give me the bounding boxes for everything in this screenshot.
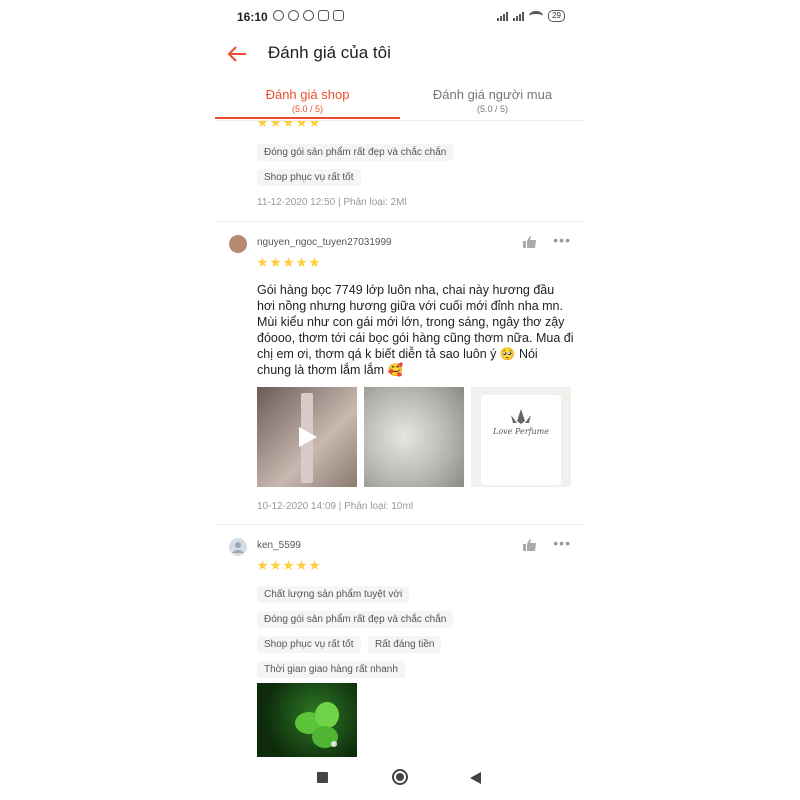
photo-brand-text: Love Perfume xyxy=(493,427,549,436)
star-icon xyxy=(257,257,268,268)
star-icon xyxy=(283,121,294,128)
star-rating xyxy=(257,560,320,571)
tab-rating: (5.0 / 5) xyxy=(476,104,508,114)
recent-apps-button[interactable] xyxy=(317,772,328,783)
star-rating xyxy=(257,257,320,268)
wifi-icon xyxy=(529,11,544,21)
thumbs-up-icon[interactable] xyxy=(523,236,537,248)
review-photo-clover[interactable] xyxy=(257,683,357,757)
star-rating xyxy=(257,121,320,128)
star-icon xyxy=(270,121,281,128)
review-tag: Shop phục vụ rất tốt xyxy=(257,636,361,653)
avatar[interactable] xyxy=(229,235,247,253)
app-notification-icon xyxy=(318,10,329,21)
review-tag: Đóng gói sản phẩm rất đẹp và chắc chắn xyxy=(257,611,454,628)
active-tab-indicator xyxy=(215,117,400,119)
star-icon xyxy=(257,560,268,571)
star-icon xyxy=(257,121,268,128)
tag-list: Đóng gói sản phẩm rất đẹp và chắc chắn S… xyxy=(257,142,577,192)
review-tag: Đóng gói sản phẩm rất đẹp và chắc chắn xyxy=(257,144,454,161)
divider xyxy=(215,221,585,222)
review-photo-bag[interactable]: Love Perfume xyxy=(471,387,571,487)
divider xyxy=(215,524,585,525)
tab-label: Đánh giá shop xyxy=(265,87,350,102)
play-icon[interactable] xyxy=(295,425,319,449)
star-icon xyxy=(296,560,307,571)
star-icon xyxy=(309,121,320,128)
signal-icon xyxy=(497,11,509,21)
review-text: Gói hàng bọc 7749 lớp luôn nha, chai này… xyxy=(257,283,574,377)
more-options-icon[interactable]: ••• xyxy=(553,232,571,248)
more-options-icon[interactable]: ••• xyxy=(553,535,571,551)
tab-label: Đánh giá người mua xyxy=(432,87,553,102)
clover-image xyxy=(295,702,339,748)
review-video-thumbnail[interactable] xyxy=(257,387,357,487)
status-right: 29 xyxy=(497,10,565,22)
review-tag: Shop phục vụ rất tốt xyxy=(257,169,361,186)
tab-buyer-reviews[interactable]: Đánh giá người mua (5.0 / 5) xyxy=(400,80,585,114)
star-icon xyxy=(270,560,281,571)
default-avatar-icon[interactable] xyxy=(229,538,247,556)
review-tag: Thời gian giao hàng rất nhanh xyxy=(257,661,405,678)
battery-indicator: 29 xyxy=(548,10,565,22)
review-meta: 11-12-2020 12:50 | Phân loại: 2Ml xyxy=(257,197,407,208)
star-icon xyxy=(283,257,294,268)
tab-shop-reviews[interactable]: Đánh giá shop (5.0 / 5) xyxy=(215,80,400,114)
star-icon xyxy=(309,560,320,571)
tag-list: Chất lượng sản phẩm tuyệt vời Đóng gói s… xyxy=(257,584,577,684)
review-tag: Chất lượng sản phẩm tuyệt vời xyxy=(257,586,410,603)
app-header: Đánh giá của tôi xyxy=(215,32,585,76)
page-title: Đánh giá của tôi xyxy=(268,43,391,62)
star-icon xyxy=(296,257,307,268)
star-icon xyxy=(270,257,281,268)
review-list[interactable]: Đóng gói sản phẩm rất đẹp và chắc chắn S… xyxy=(215,121,585,757)
android-nav-bar xyxy=(215,757,585,800)
chat-icon xyxy=(303,10,314,21)
back-arrow-icon[interactable] xyxy=(225,42,249,66)
star-icon xyxy=(283,560,294,571)
messenger-icon xyxy=(288,10,299,21)
status-time: 16:10 xyxy=(237,10,268,24)
star-icon xyxy=(309,257,320,268)
alarm-icon xyxy=(273,10,284,21)
lotus-logo-icon xyxy=(511,409,531,424)
phone-screen: 16:10 29 Đánh giá của tôi Đánh giá shop … xyxy=(215,0,585,800)
tab-rating: (5.0 / 5) xyxy=(291,104,323,114)
nav-back-button[interactable] xyxy=(470,772,481,784)
review-tag: Rất đáng tiền xyxy=(367,636,442,653)
status-bar: 16:10 29 xyxy=(215,0,585,32)
thumbs-up-icon[interactable] xyxy=(523,539,537,551)
notification-icons xyxy=(273,10,344,21)
tab-bar: Đánh giá shop (5.0 / 5) Đánh giá người m… xyxy=(215,80,585,121)
username: ken_5599 xyxy=(257,540,301,551)
review-photo-bubble-wrap[interactable] xyxy=(364,387,464,487)
review-meta: 10-12-2020 14:09 | Phân loại: 10ml xyxy=(257,501,414,512)
home-button[interactable] xyxy=(392,769,408,785)
shopping-bag-icon xyxy=(333,10,344,21)
signal-icon-2 xyxy=(513,11,525,21)
username: nguyen_ngoc_tuyen27031999 xyxy=(257,237,392,248)
star-icon xyxy=(296,121,307,128)
